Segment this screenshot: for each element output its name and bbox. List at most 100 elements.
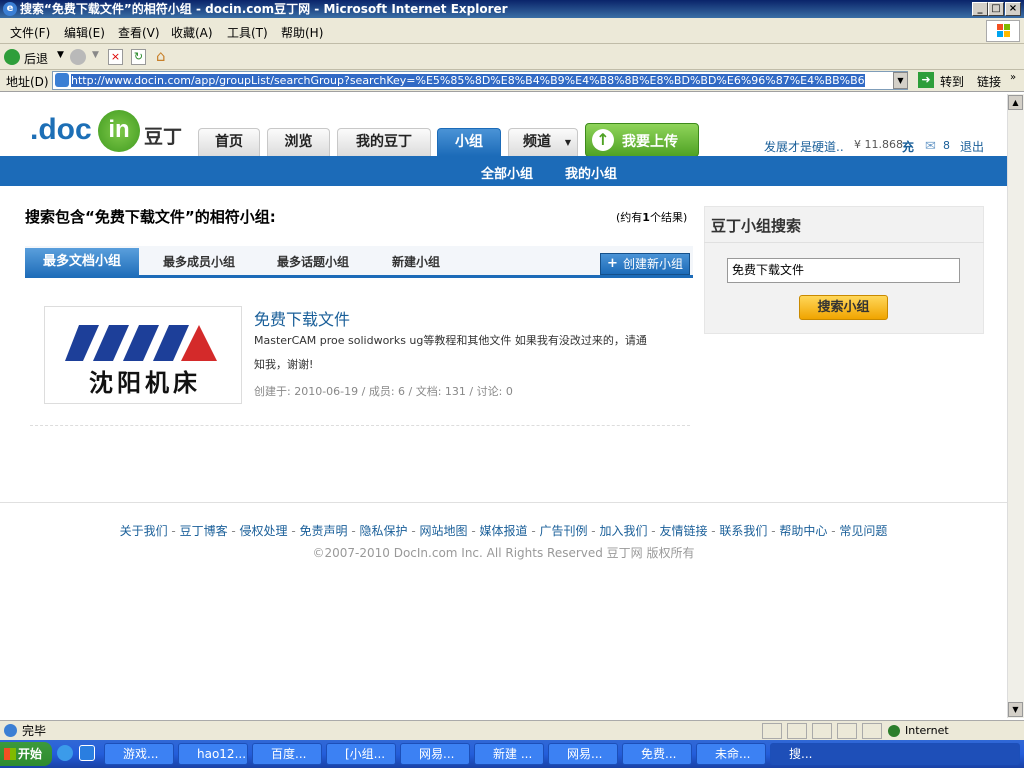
taskbar-item-10[interactable]: 搜... <box>770 743 1020 765</box>
footer-link-media[interactable]: 媒体报道 <box>479 524 527 538</box>
tab-most-docs[interactable]: 最多文档小组 <box>25 248 139 278</box>
windows-logo-icon <box>986 20 1020 42</box>
nav-tab-channels[interactable]: 频道 ▼ <box>508 128 578 156</box>
search-group-button[interactable]: 搜索小组 <box>799 295 888 320</box>
tab-most-topics[interactable]: 最多话题小组 <box>264 248 362 276</box>
footer-link-disclaimer[interactable]: 免责声明 <box>300 524 348 538</box>
zone-label: Internet <box>905 724 949 737</box>
user-name[interactable]: 发展才是硬道.. <box>764 138 844 155</box>
taskbar-item-7[interactable]: 网易... <box>548 743 618 765</box>
upload-button[interactable]: ↑ 我要上传 <box>585 123 699 157</box>
subnav-my-groups[interactable]: 我的小组 <box>565 163 617 182</box>
mail-count[interactable]: 8 <box>943 139 950 152</box>
back-button-label[interactable]: 后退 <box>24 50 48 67</box>
toolbar <box>0 44 1024 70</box>
go-arrow-icon[interactable]: ➜ <box>918 72 934 88</box>
search-heading: 搜索包含“免费下载文件”的相符小组: <box>25 208 276 226</box>
go-button[interactable]: 转到 <box>940 73 964 90</box>
taskbar-item-3[interactable]: 百度... <box>252 743 322 765</box>
window-titlebar: e 搜索“免费下载文件”的相符小组 - docin.com豆丁网 - Micro… <box>0 0 1024 18</box>
result-count-number: 1 <box>642 211 650 224</box>
refresh-icon[interactable]: ↻ <box>131 49 146 65</box>
vertical-scrollbar[interactable] <box>1007 94 1024 718</box>
back-arrow-icon[interactable] <box>4 49 20 65</box>
footer-link-about[interactable]: 关于我们 <box>120 524 168 538</box>
maximize-button[interactable]: □ <box>988 2 1004 16</box>
footer-link-contact[interactable]: 联系我们 <box>719 524 767 538</box>
nav-tab-groups[interactable]: 小组 <box>437 128 501 156</box>
quicklaunch-app-icon[interactable] <box>79 745 95 761</box>
nav-tab-home[interactable]: 首页 <box>198 128 260 156</box>
footer-link-infringement[interactable]: 侵权处理 <box>240 524 288 538</box>
footer-link-friends[interactable]: 友情链接 <box>659 524 707 538</box>
footer-link-faq[interactable]: 常见问题 <box>839 524 887 538</box>
footer-link-privacy[interactable]: 隐私保护 <box>360 524 408 538</box>
nav-tab-my-docin[interactable]: 我的豆丁 <box>337 128 431 156</box>
home-icon[interactable]: ⌂ <box>156 47 174 65</box>
status-pane <box>812 723 832 739</box>
quicklaunch-ie-icon[interactable] <box>57 745 73 761</box>
create-group-label: 创建新小组 <box>623 257 684 271</box>
footer-link-ads[interactable]: 广告刊例 <box>539 524 587 538</box>
footer-link-sitemap[interactable]: 网站地图 <box>420 524 468 538</box>
taskbar-item-5[interactable]: 网易... <box>400 743 470 765</box>
back-dropdown-icon[interactable]: ▼ <box>57 50 64 60</box>
address-input[interactable]: http://www.docin.com/app/groupList/searc… <box>52 71 908 90</box>
group-meta: 创建于: 2010-06-19 / 成员: 6 / 文档: 131 / 讨论: … <box>254 385 513 398</box>
create-group-button[interactable]: + 创建新小组 <box>600 253 690 275</box>
logout-link[interactable]: 退出 <box>960 138 984 155</box>
site-logo[interactable]: .doc <box>30 113 92 147</box>
nav-tab-browse[interactable]: 浏览 <box>267 128 330 156</box>
status-bar: 完毕 Internet <box>0 720 1024 740</box>
taskbar-item-9[interactable]: 未命... <box>696 743 766 765</box>
status-pane <box>787 723 807 739</box>
footer-link-join[interactable]: 加入我们 <box>599 524 647 538</box>
menu-view[interactable]: 查看(V) <box>118 24 160 41</box>
address-url: http://www.docin.com/app/groupList/searc… <box>71 74 865 87</box>
menu-help[interactable]: 帮助(H) <box>281 24 323 41</box>
start-button[interactable]: 开始 <box>0 742 52 766</box>
recharge-link[interactable]: 充 <box>902 138 914 155</box>
taskbar-item-1[interactable]: 游戏... <box>104 743 174 765</box>
taskbar-item-8[interactable]: 免费... <box>622 743 692 765</box>
forward-arrow-icon[interactable] <box>70 49 86 65</box>
address-dropdown-icon[interactable]: ▼ <box>893 72 908 89</box>
logo-in-text: in <box>108 116 130 143</box>
taskbar-item-4[interactable]: [小组... <box>326 743 396 765</box>
scroll-down-icon[interactable]: ▼ <box>1008 702 1023 717</box>
links-button[interactable]: 链接 <box>977 73 1001 90</box>
group-search-input[interactable]: 免费下载文件 <box>727 258 960 283</box>
tab-new-groups[interactable]: 新建小组 <box>380 248 452 276</box>
stop-icon[interactable]: × <box>108 49 123 65</box>
footer-divider <box>0 502 1007 503</box>
upload-label: 我要上传 <box>622 134 678 150</box>
page-status-icon <box>4 724 17 737</box>
sidebar-title: 豆丁小组搜索 <box>711 217 802 235</box>
chevron-down-icon: ▼ <box>564 138 571 147</box>
subnav-all-groups[interactable]: 全部小组 <box>481 163 533 182</box>
group-logo[interactable]: 沈阳机床 <box>44 306 242 404</box>
menu-favorites[interactable]: 收藏(A) <box>171 24 213 41</box>
window-title: 搜索“免费下载文件”的相符小组 - docin.com豆丁网 - Microso… <box>20 2 508 16</box>
group-logo-text: 沈阳机床 <box>89 369 201 397</box>
chevron-right-icon[interactable]: » <box>1010 72 1016 83</box>
status-text: 完毕 <box>22 724 47 738</box>
taskbar-item-2[interactable]: hao12... <box>178 743 248 765</box>
logo-in-badge: in <box>98 110 140 152</box>
address-label: 地址(D) <box>6 75 49 89</box>
footer-link-help[interactable]: 帮助中心 <box>779 524 827 538</box>
tab-most-members[interactable]: 最多成员小组 <box>150 248 248 276</box>
mail-icon[interactable]: ✉ <box>925 139 936 154</box>
menu-edit[interactable]: 编辑(E) <box>64 24 105 41</box>
plus-icon: + <box>607 256 618 271</box>
minimize-button[interactable]: _ <box>972 2 988 16</box>
footer-link-blog[interactable]: 豆丁博客 <box>180 524 228 538</box>
close-button[interactable]: × <box>1005 2 1021 16</box>
taskbar-item-6[interactable]: 新建 ... <box>474 743 544 765</box>
menu-tools[interactable]: 工具(T) <box>227 24 268 41</box>
forward-dropdown-icon[interactable]: ▼ <box>92 50 99 60</box>
scroll-up-icon[interactable]: ▲ <box>1008 95 1023 110</box>
logo-text: .doc <box>30 113 92 146</box>
menu-file[interactable]: 文件(F) <box>10 24 50 41</box>
group-title-link[interactable]: 免费下载文件 <box>254 306 350 330</box>
